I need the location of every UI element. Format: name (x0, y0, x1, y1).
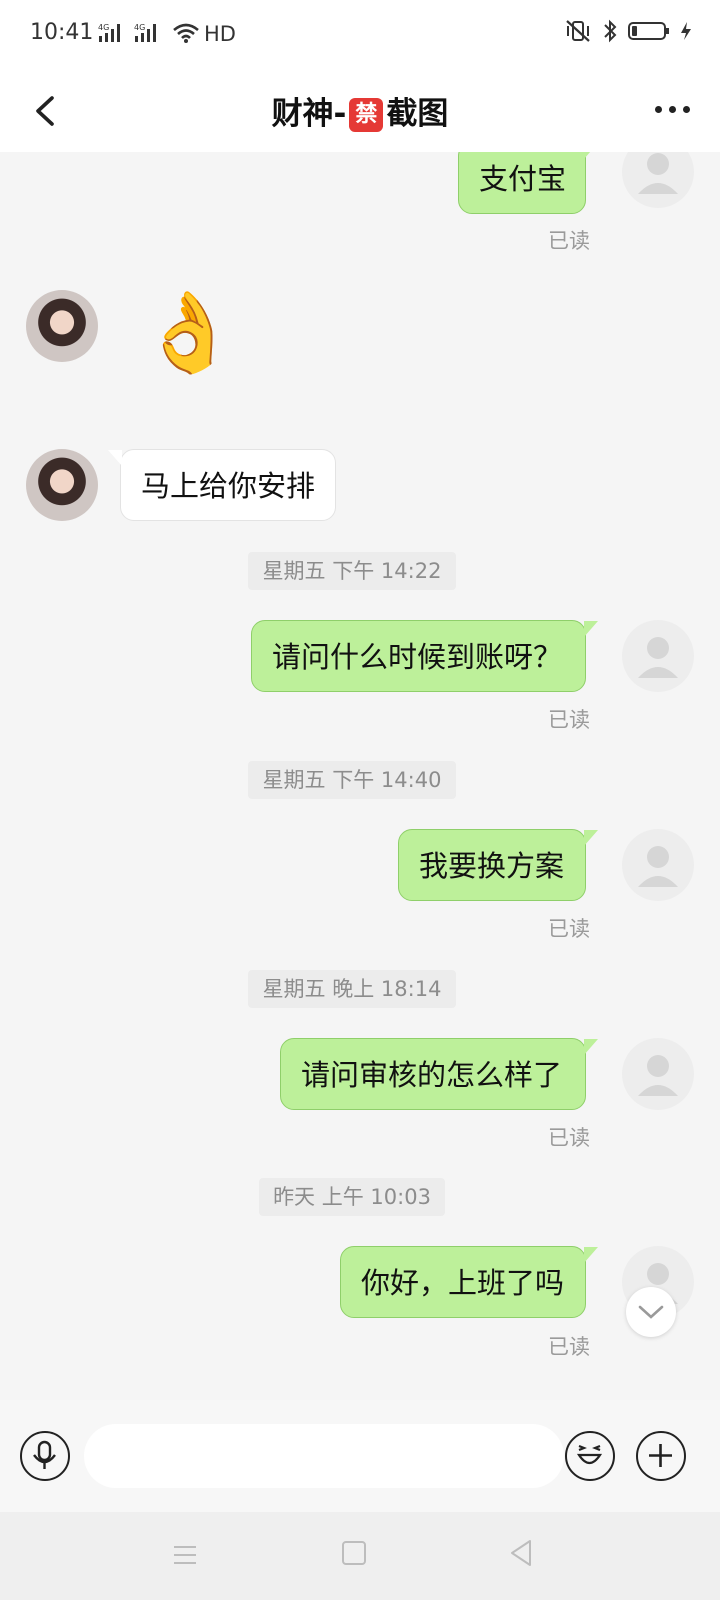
prohibited-badge: 禁 (349, 98, 384, 132)
outgoing-message[interactable]: 请问审核的怎么样了 (280, 1038, 598, 1110)
system-back-button[interactable] (508, 1539, 534, 1571)
chat-title: 财神- 禁截图 (0, 88, 720, 133)
voice-input-button[interactable] (20, 1431, 70, 1481)
chat-title-left: 财神- (271, 96, 347, 132)
more-dot-icon (655, 106, 662, 113)
contact-avatar[interactable] (26, 290, 98, 362)
more-options-button[interactable] (655, 106, 690, 113)
ok-hand-emoji[interactable]: 👌 (140, 294, 237, 372)
timestamp: 星期五 下午 14:22 (248, 552, 456, 590)
contact-avatar[interactable] (26, 449, 98, 521)
signal-icon-1: 4G (98, 22, 128, 48)
network-label-1: 4G (98, 23, 109, 32)
status-time: 10:41 (30, 20, 94, 45)
hd-label: HD (204, 22, 236, 46)
more-actions-button[interactable] (636, 1431, 686, 1481)
incoming-message[interactable]: 马上给你安排 (108, 449, 336, 521)
battery-icon (628, 20, 670, 46)
emoji-button[interactable] (565, 1431, 615, 1481)
message-input-bar (0, 1400, 720, 1512)
wifi-icon (172, 22, 200, 48)
charging-icon (680, 20, 692, 46)
default-user-icon (638, 846, 678, 887)
home-button[interactable] (341, 1540, 367, 1570)
recent-apps-button[interactable] (172, 1542, 198, 1572)
more-dot-icon (669, 106, 676, 113)
chat-header: 财神- 禁截图 (0, 70, 720, 152)
outgoing-message[interactable]: 我要换方案 (398, 829, 598, 901)
microphone-icon (33, 1440, 56, 1469)
smiley-icon (576, 1444, 603, 1465)
default-user-icon (638, 1055, 678, 1096)
my-avatar[interactable] (622, 829, 694, 901)
chevron-down-icon (638, 1305, 664, 1319)
message-text-input[interactable] (84, 1424, 564, 1488)
read-receipt: 已读 (548, 229, 590, 253)
system-navigation-bar (0, 1512, 720, 1600)
bluetooth-icon (602, 18, 618, 48)
default-user-icon (638, 153, 678, 194)
square-icon (342, 1541, 366, 1565)
read-receipt: 已读 (548, 1126, 590, 1150)
read-receipt: 已读 (548, 1335, 590, 1359)
timestamp: 昨天 上午 10:03 (259, 1178, 445, 1216)
outgoing-message[interactable]: 支付宝 (458, 152, 598, 214)
my-avatar[interactable] (622, 620, 694, 692)
read-receipt: 已读 (548, 917, 590, 941)
more-dot-icon (683, 106, 690, 113)
signal-icon-2: 4G (134, 22, 164, 48)
vibrate-mute-icon (564, 18, 592, 48)
chat-message-list[interactable]: 支付宝 已读 👌 马上给你安排 星期五 下午 14:22 请问什么时候到账呀？ … (0, 152, 720, 1400)
network-label-2: 4G (134, 23, 145, 32)
outgoing-message[interactable]: 请问什么时候到账呀？ (251, 620, 598, 692)
scroll-to-bottom-button[interactable] (626, 1287, 676, 1337)
menu-icon (174, 1546, 196, 1564)
chat-title-right: 截图 (386, 96, 449, 132)
my-avatar[interactable] (622, 1038, 694, 1110)
outgoing-message[interactable]: 你好，上班了吗 (340, 1246, 598, 1318)
timestamp: 星期五 下午 14:40 (248, 761, 456, 799)
read-receipt: 已读 (548, 708, 590, 732)
status-bar: 10:41 4G 4G HD (0, 0, 720, 70)
default-user-icon (638, 637, 678, 678)
plus-icon (649, 1444, 672, 1467)
timestamp: 星期五 晚上 18:14 (248, 970, 456, 1008)
triangle-back-icon (511, 1540, 531, 1566)
my-avatar[interactable] (622, 152, 694, 208)
